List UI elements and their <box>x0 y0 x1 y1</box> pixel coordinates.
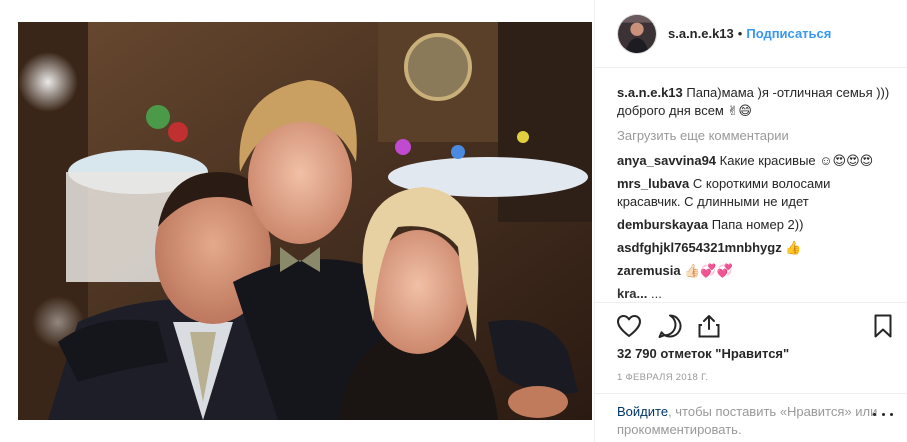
heart-icon[interactable] <box>615 312 643 340</box>
comment-bubble-icon[interactable] <box>656 312 684 340</box>
comment-username[interactable]: asdfghjkl7654321mnbhygz <box>617 240 782 255</box>
comment-item: zaremusia 👍🏻💞💞 <box>617 262 893 280</box>
username[interactable]: s.a.n.e.k13 <box>668 26 734 41</box>
comments-list[interactable]: s.a.n.e.k13 Папа)мама )я -отличная семья… <box>617 84 893 302</box>
post-date: 1 февраля 2018 г. <box>617 372 709 383</box>
comment-username[interactable]: demburskayaa <box>617 217 708 232</box>
comment-item: anya_savvina94 Какие красивые ☺😍😍😍 <box>617 152 893 170</box>
family-photo[interactable] <box>18 22 592 420</box>
comment-text: ... <box>650 286 662 301</box>
comment-text: 👍🏻💞💞 <box>684 263 733 278</box>
comment-text: Папа номер 2)) <box>711 217 804 232</box>
comment-text: Какие красивые ☺😍😍😍 <box>719 153 874 168</box>
post-header: s.a.n.e.k13 • Подписаться <box>595 0 907 68</box>
post-actions <box>595 302 907 350</box>
comment-username[interactable]: kra... <box>617 286 647 301</box>
comment-username[interactable]: zaremusia <box>617 263 681 278</box>
load-more-comments-button[interactable]: Загрузить еще комментарии <box>617 127 893 145</box>
post-caption: s.a.n.e.k13 Папа)мама )я -отличная семья… <box>617 84 893 120</box>
caption-username[interactable]: s.a.n.e.k13 <box>617 85 683 100</box>
post-photo-area <box>0 0 594 442</box>
comment-item: demburskayaa Папа номер 2)) <box>617 216 893 234</box>
comment-item: mrs_lubava С короткими волосами красавчи… <box>617 175 893 211</box>
likes-count[interactable]: 32 790 отметок "Нравится" <box>617 346 789 361</box>
comment-item: asdfghjkl7654321mnbhygz 👍 <box>617 239 893 257</box>
login-link[interactable]: Войдите <box>617 404 668 419</box>
avatar[interactable] <box>617 13 657 54</box>
separator-dot: • <box>737 26 743 41</box>
bookmark-icon[interactable] <box>869 312 897 340</box>
comment-item: kra... ... <box>617 285 893 302</box>
more-options-icon[interactable] <box>873 406 893 422</box>
follow-button[interactable]: Подписаться <box>746 26 831 41</box>
login-prompt: Войдите, чтобы поставить «Нравится» или … <box>595 393 907 442</box>
post-sidebar: s.a.n.e.k13 • Подписаться s.a.n.e.k13 Па… <box>594 0 907 442</box>
comment-username[interactable]: anya_savvina94 <box>617 153 716 168</box>
share-icon[interactable] <box>695 312 723 340</box>
comment-username[interactable]: mrs_lubava <box>617 176 689 191</box>
comment-text: 👍 <box>785 240 802 255</box>
